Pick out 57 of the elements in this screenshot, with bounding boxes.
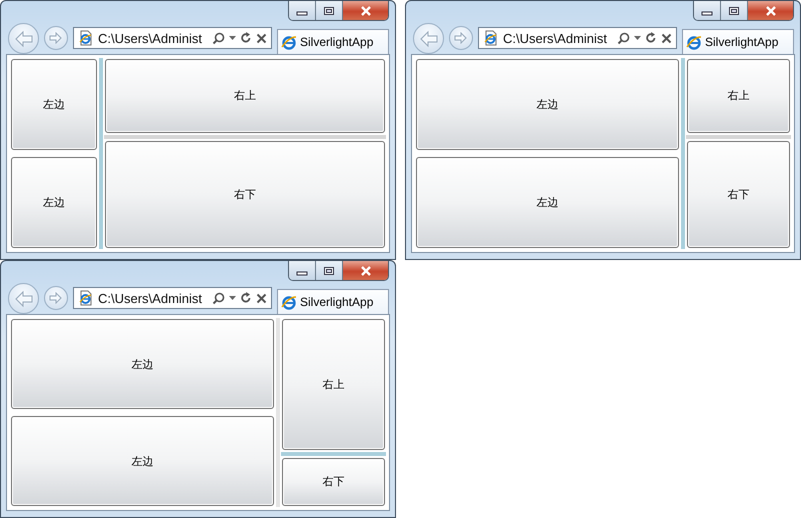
pane-button[interactable]: 左边: [11, 157, 98, 248]
stop-icon[interactable]: [256, 292, 267, 304]
refresh-icon[interactable]: [240, 32, 252, 44]
forward-arrow-icon: [454, 32, 468, 44]
pane-button[interactable]: 右上: [105, 59, 385, 133]
close-icon: [360, 266, 372, 276]
close-button[interactable]: [748, 1, 793, 20]
browser-logo-icon: [281, 294, 297, 310]
dropdown-caret-icon[interactable]: [229, 36, 236, 40]
refresh-icon[interactable]: [645, 32, 657, 44]
page-icon: [483, 30, 499, 46]
forward-arrow-icon: [49, 292, 63, 304]
pane-button[interactable]: 左边: [416, 59, 679, 150]
pane-button[interactable]: 右下: [686, 140, 790, 248]
forward-arrow-icon: [49, 32, 63, 44]
stop-icon[interactable]: [256, 32, 267, 44]
back-arrow-icon: [12, 290, 34, 308]
back-arrow-icon: [418, 30, 440, 48]
pane-button[interactable]: 右下: [282, 458, 385, 506]
maximize-icon: [323, 6, 335, 16]
dropdown-caret-icon[interactable]: [634, 36, 641, 40]
pane-button[interactable]: 左边: [11, 59, 98, 150]
search-icon[interactable]: [617, 32, 630, 44]
pane-button[interactable]: 左边: [11, 416, 274, 506]
browser-tab[interactable]: SilverlightApp: [277, 288, 389, 314]
browser-logo-icon: [281, 34, 297, 50]
address-field[interactable]: C:\Users\Administ: [73, 27, 272, 49]
pane-button[interactable]: 左边: [416, 157, 679, 248]
maximize-button[interactable]: [316, 1, 343, 20]
minimize-button[interactable]: [694, 1, 721, 20]
pane-button[interactable]: 右上: [282, 319, 385, 450]
minimize-button[interactable]: [289, 1, 316, 20]
search-icon[interactable]: [212, 292, 225, 304]
maximize-icon: [728, 6, 740, 16]
search-icon[interactable]: [212, 32, 225, 44]
maximize-button[interactable]: [316, 261, 343, 280]
browser-tab[interactable]: SilverlightApp: [277, 28, 389, 54]
pane-button[interactable]: 右下: [105, 140, 385, 248]
address-field[interactable]: C:\Users\Administ: [478, 27, 677, 49]
minimize-button[interactable]: [289, 261, 316, 280]
stop-icon[interactable]: [661, 32, 672, 44]
page-icon: [78, 30, 94, 46]
page-icon: [78, 290, 94, 306]
pane-button[interactable]: 右上: [686, 59, 790, 133]
close-icon: [360, 6, 372, 16]
close-button[interactable]: [343, 1, 388, 20]
maximize-icon: [323, 266, 335, 276]
refresh-icon[interactable]: [240, 292, 252, 304]
pane-button[interactable]: 左边: [11, 319, 274, 409]
back-arrow-icon: [12, 30, 34, 48]
maximize-button[interactable]: [721, 1, 748, 20]
browser-logo-icon: [686, 34, 702, 50]
dropdown-caret-icon[interactable]: [229, 296, 236, 300]
address-field[interactable]: C:\Users\Administ: [73, 287, 272, 309]
close-button[interactable]: [343, 261, 388, 280]
browser-tab[interactable]: SilverlightApp: [682, 28, 794, 54]
close-icon: [764, 6, 776, 16]
